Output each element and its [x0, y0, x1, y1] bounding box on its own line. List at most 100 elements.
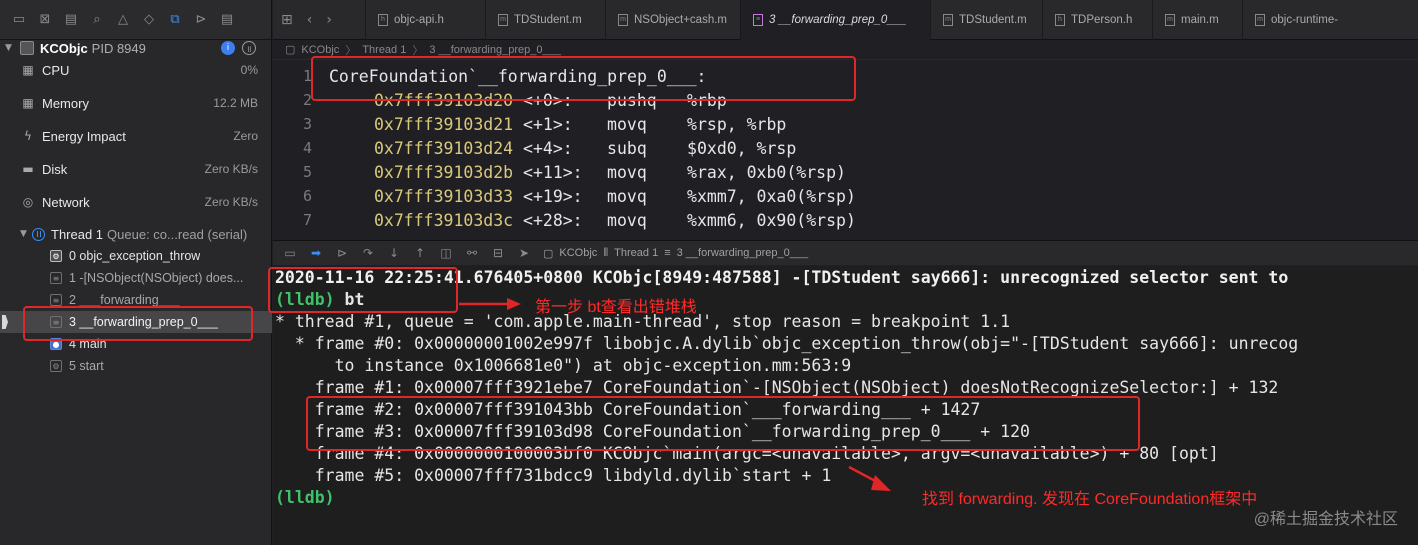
symbol-icon[interactable]: ▤ [58, 10, 84, 30]
jumpbar-thread[interactable]: Thread 1 [362, 44, 406, 56]
system-frame-icon: ≡ [50, 316, 62, 328]
disassembly-view[interactable]: 1 CoreFoundation`__forwarding_prep_0___:… [273, 64, 1418, 232]
editor-area: ⊞ ‹ › h objc-api.h m TDStudent.m m NSObject… [273, 0, 1418, 237]
instruction-operands: %xmm7, 0xa0(%rsp) [687, 186, 856, 206]
thread-row[interactable]: ▼ Thread 1 Queue: co...read (serial) [0, 224, 272, 244]
chevron-right-icon: 〉 [412, 44, 424, 57]
code-line: 3 0x7fff39103d21 <+1>: movq %rsp, %rbp [273, 112, 1418, 136]
source-control-icon[interactable]: ⊠ [32, 10, 58, 30]
jump-bar[interactable]: ▢ KCObjc 〉 Thread 1 〉 3 __forwarding_pre… [273, 40, 1418, 60]
gauge-value: 0% [240, 63, 258, 77]
frame-label: 4 main [69, 337, 107, 351]
issue-icon[interactable]: △ [110, 10, 136, 30]
tab-forwarding-prep[interactable]: ≡ 3 __forwarding_prep_0___ [740, 0, 930, 40]
environment-override-icon[interactable]: ⊟ [491, 246, 505, 260]
frame-label: 0 objc_exception_throw [69, 249, 201, 263]
gauge-memory[interactable]: ▦ Memory 12.2 MB [0, 92, 272, 114]
folder-icon[interactable]: ▭ [6, 10, 32, 30]
instruction-mnemonic: movq [607, 162, 647, 182]
tab-tdstudent-m[interactable]: m TDStudent.m [485, 0, 605, 40]
step-over-icon[interactable]: ↷ [361, 246, 375, 260]
report-icon[interactable]: ▤ [214, 10, 240, 30]
source-file-icon: m [618, 13, 628, 26]
step-into-icon[interactable]: ↓ [387, 246, 401, 260]
hide-debug-area-icon[interactable]: ▭ [283, 246, 297, 260]
instruction-operands: $0xd0, %rsp [687, 138, 797, 158]
gauge-value: Zero KB/s [204, 162, 258, 176]
continue-icon[interactable]: ⊳ [335, 246, 349, 260]
simulate-location-icon[interactable]: ➤ [517, 246, 531, 260]
gauge-value: Zero KB/s [204, 195, 258, 209]
frame-label: 1 -[NSObject(NSObject) does... [69, 271, 244, 285]
breakpoints-toggle-icon[interactable]: ➡ [309, 246, 323, 260]
step-out-icon[interactable]: ↑ [413, 246, 427, 260]
disclosure-triangle-icon[interactable]: ▼ [20, 229, 32, 239]
program-counter-icon [2, 315, 8, 329]
pause-icon[interactable]: ॥ [242, 41, 256, 55]
cpu-gauge-icon: ▦ [22, 63, 34, 77]
gauge-energy[interactable]: ϟ Energy Impact Zero [0, 125, 272, 147]
thread-queue: Queue: co...read (serial) [107, 226, 248, 242]
app-icon [20, 41, 34, 55]
tab-tdperson-h[interactable]: h TDPerson.h [1042, 0, 1152, 40]
console-command: bt [334, 290, 365, 309]
tab-label: NSObject+cash.m [634, 13, 727, 26]
gauge-network[interactable]: ◎ Network Zero KB/s [0, 191, 272, 213]
forward-arrow-icon[interactable]: › [326, 12, 332, 28]
console-output-line: to instance 0x1006681e0") at objc-except… [275, 356, 852, 375]
process-row[interactable]: ▼ KCObjc PID 8949 i ॥ [0, 38, 272, 58]
info-icon[interactable]: i [221, 41, 235, 55]
stack-frame-row-selected[interactable]: ≡ 3 __forwarding_prep_0___ [0, 311, 272, 333]
stack-frame-row[interactable]: ⚙ 0 objc_exception_throw [0, 245, 272, 267]
jumpbar-app[interactable]: KCObjc [301, 44, 339, 56]
chevron-right-icon: 〉 [345, 44, 357, 57]
grid-icon[interactable]: ⊞ [281, 12, 293, 28]
jumpbar-frame[interactable]: 3 __forwarding_prep_0___ [429, 44, 561, 56]
thread-name: Thread 1 [51, 226, 104, 242]
thread-icon: ⦀ [603, 246, 609, 259]
debug-breadcrumb[interactable]: ▢ KCObjc ⦀ Thread 1 ≡ 3 __forwarding_pre… [543, 247, 808, 260]
annotation-step2: 找到 forwarding. 发现在 CoreFoundation框架中 [922, 491, 1258, 508]
crumb-app[interactable]: KCObjc [559, 247, 597, 259]
line-number: 4 [302, 139, 312, 157]
source-file-icon: m [1165, 13, 1175, 26]
line-number: 7 [302, 211, 312, 229]
gauge-disk[interactable]: ▬ Disk Zero KB/s [0, 158, 272, 180]
instruction-address: 0x7fff39103d2b [374, 162, 514, 182]
stack-frame-row[interactable]: ≡ 2 ___forwarding___ [0, 289, 272, 311]
stack-frame-row[interactable]: ≡ 1 -[NSObject(NSObject) does... [0, 267, 272, 289]
gauge-label: Energy Impact [42, 128, 126, 144]
instruction-offset: <+1>: [523, 114, 573, 134]
stack-frame-row[interactable]: ⚙ 5 start [0, 355, 272, 377]
system-frame-icon: ≡ [50, 272, 62, 284]
breakpoint-icon[interactable]: ⊳ [188, 10, 214, 30]
find-icon[interactable]: ⌕ [84, 10, 110, 30]
tab-objc-runtime[interactable]: m objc-runtime- [1242, 0, 1338, 40]
header-file-icon: h [378, 13, 388, 26]
gauge-cpu[interactable]: ▦ CPU 0% [0, 59, 272, 81]
instruction-address: 0x7fff39103d21 [374, 114, 514, 134]
tab-nsobject-cash[interactable]: m NSObject+cash.m [605, 0, 740, 40]
stack-frame-row[interactable]: ● 4 main [0, 333, 272, 355]
tab-label: 3 __forwarding_prep_0___ [769, 13, 907, 26]
back-arrow-icon[interactable]: ‹ [307, 12, 313, 28]
network-icon: ◎ [22, 195, 34, 209]
lldb-prompt: (lldb) [275, 488, 335, 507]
memory-gauge-icon: ▦ [22, 96, 34, 110]
gauge-label: Disk [42, 161, 68, 177]
code-line: 5 0x7fff39103d2b <+11>: movq %rax, 0xb0(%r… [273, 160, 1418, 184]
crumb-thread[interactable]: Thread 1 [614, 247, 658, 259]
memory-graph-icon[interactable]: ⚯ [465, 246, 479, 260]
test-icon[interactable]: ◇ [136, 10, 162, 30]
line-number: 1 [302, 67, 312, 85]
view-hierarchy-icon[interactable]: ◫ [439, 246, 453, 260]
disclosure-triangle-icon[interactable]: ▼ [0, 43, 14, 53]
tab-main-m[interactable]: m main.m [1152, 0, 1242, 40]
system-frame-icon: ⚙ [50, 360, 62, 372]
disassembly-icon: ≡ [753, 13, 763, 26]
tab-objc-api[interactable]: h objc-api.h [365, 0, 485, 40]
debug-navigator-icon[interactable]: ⧉ [162, 10, 188, 30]
crumb-frame[interactable]: 3 __forwarding_prep_0___ [677, 247, 809, 259]
tab-tdstudent-m-2[interactable]: m TDStudent.m [930, 0, 1042, 40]
app-icon: ▢ [285, 44, 296, 56]
